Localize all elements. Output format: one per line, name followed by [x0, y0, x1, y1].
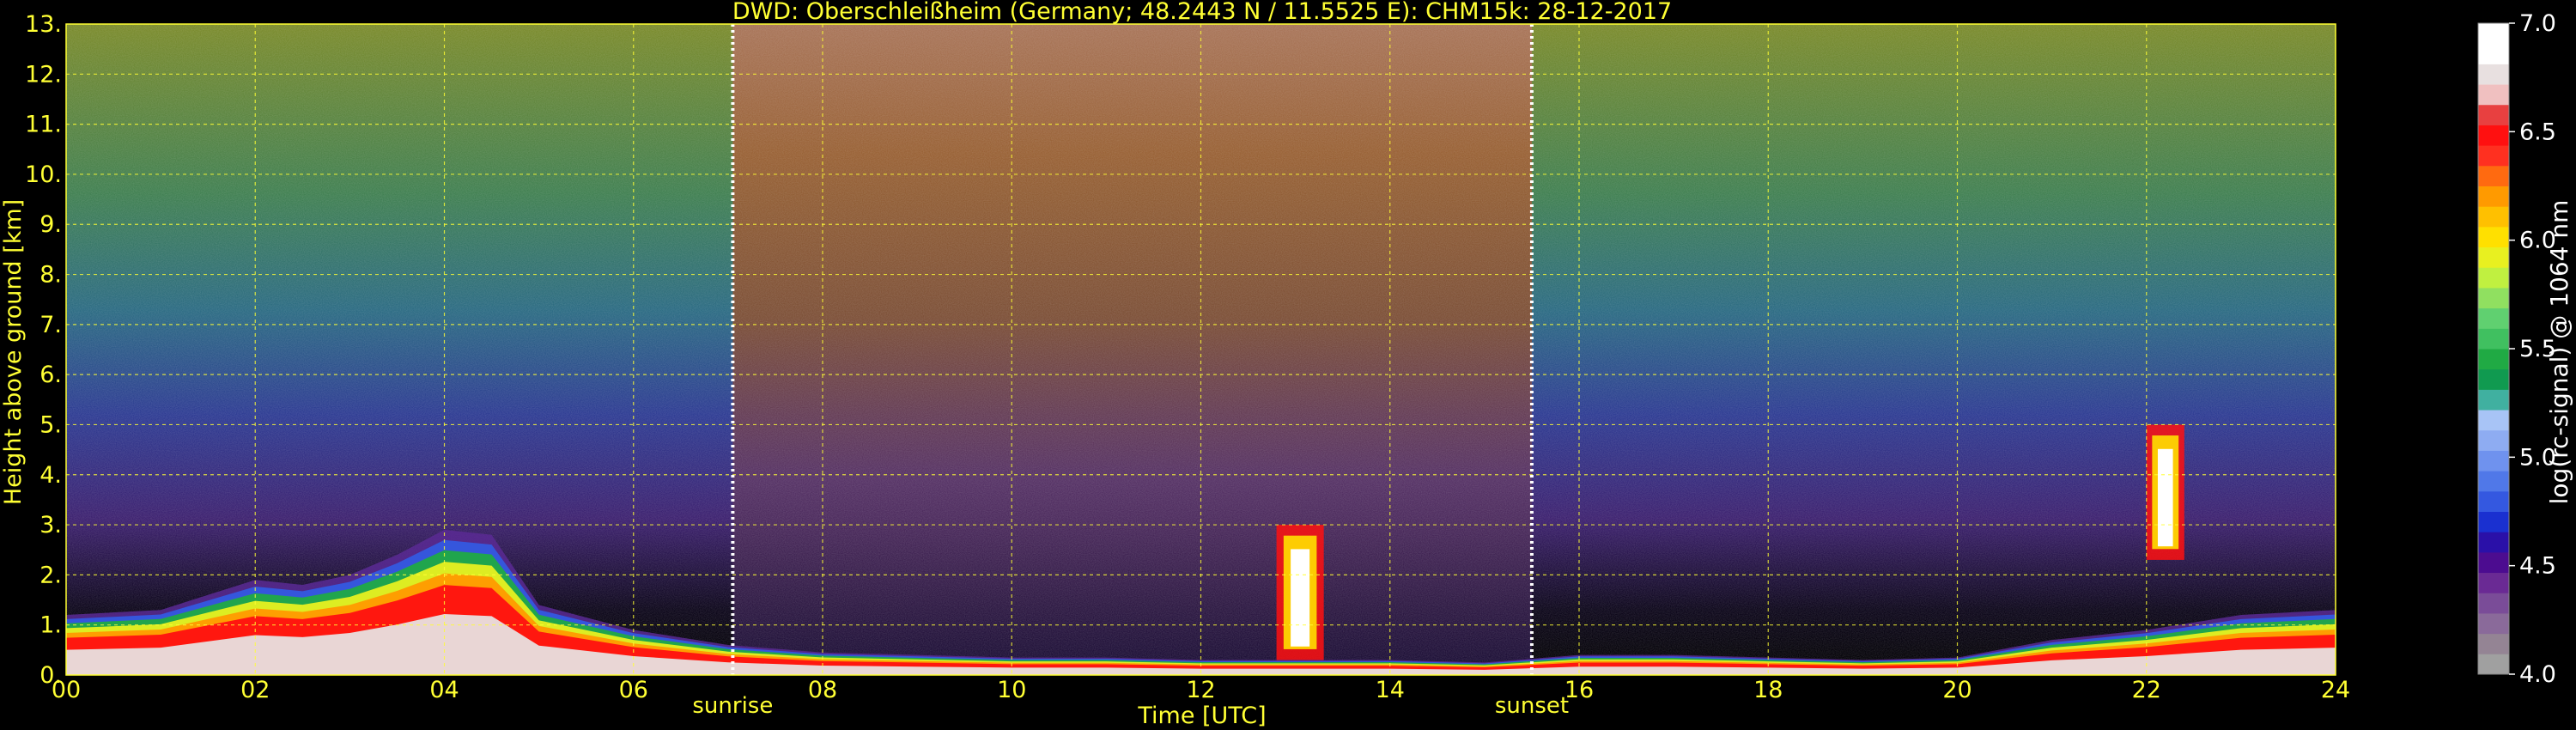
colorbar-segment	[2478, 490, 2509, 512]
y-tick-label: 3.	[39, 512, 62, 538]
x-tick-label: 06	[619, 677, 648, 703]
colorbar-segment	[2478, 612, 2509, 635]
x-tick-label: 10	[997, 677, 1026, 703]
colorbar-segment	[2478, 572, 2509, 593]
x-tick-label: 22	[2132, 677, 2161, 703]
colorbar-segment	[2478, 246, 2509, 268]
y-tick-label: 7.	[39, 312, 62, 338]
colorbar-segment	[2478, 104, 2509, 125]
colorbar-segment	[2478, 64, 2509, 85]
y-tick-label: 2.	[39, 562, 62, 588]
colorbar-segment	[2478, 551, 2509, 574]
plot-area	[66, 24, 2336, 675]
x-tick-label: 24	[2321, 677, 2350, 703]
y-tick-label: 8.	[39, 262, 62, 289]
y-tick-label: 4.	[39, 462, 62, 489]
sun-marker-label: sunrise	[692, 693, 773, 719]
y-tick-label: 13.	[25, 11, 62, 38]
y-tick-label: 0.	[39, 662, 62, 689]
colorbar-tick-label: 4.5	[2519, 553, 2556, 580]
y-tick-label: 5.	[39, 411, 62, 438]
cloud-feature	[1276, 525, 1324, 660]
colorbar-tick-label: 6.5	[2519, 119, 2556, 145]
y-tick-label: 10.	[25, 161, 62, 188]
colorbar-segment	[2478, 654, 2509, 675]
colorbar-tick-label: 4.0	[2519, 661, 2556, 688]
colorbar-segment	[2478, 125, 2509, 146]
colorbar-segment	[2478, 84, 2509, 106]
colorbar-label: log(rc-signal) @ 1064 nm	[2545, 200, 2573, 505]
colorbar-segment	[2478, 226, 2509, 248]
colorbar-segment	[2478, 633, 2509, 654]
cloud-core	[1291, 549, 1310, 647]
colorbar-segment	[2478, 368, 2509, 390]
x-tick-label: 18	[1753, 677, 1783, 703]
x-tick-label: 08	[808, 677, 837, 703]
y-tick-label: 11.	[25, 112, 62, 138]
x-tick-label: 20	[1942, 677, 1971, 703]
colorbar-segment	[2478, 206, 2509, 228]
colorbar-segment	[2478, 471, 2509, 492]
colorbar-segment	[2478, 593, 2509, 614]
colorbar-tick-label: 7.0	[2519, 10, 2556, 37]
colorbar-segment	[2478, 186, 2509, 207]
y-tick-label: 9.	[39, 211, 62, 238]
x-tick-label: 02	[240, 677, 270, 703]
colorbar-segment	[2478, 450, 2509, 471]
x-tick-label: 04	[429, 677, 459, 703]
colorbar-segment	[2478, 145, 2509, 167]
y-tick-label: 6.	[39, 362, 62, 388]
colorbar-segment	[2478, 389, 2509, 411]
ceilometer-chart: 00 02 04 06 08 10 12 14 16 18 20 22 24 0. 1. 2. 3. 4. 5. 6…	[0, 0, 2576, 730]
cloud-core	[2157, 448, 2173, 547]
x-tick-label: 12	[1186, 677, 1215, 703]
colorbar-segment	[2478, 429, 2509, 451]
sun-marker-label: sunset	[1495, 693, 1569, 719]
colorbar	[2477, 22, 2510, 675]
colorbar-segment	[2478, 307, 2509, 329]
colorbar-segment	[2478, 410, 2509, 431]
colorbar-segment	[2478, 165, 2509, 186]
x-tick-labels: 00 02 04 06 08 10 12 14 16 18 20 22 24	[52, 677, 2350, 703]
x-tick-label: 14	[1376, 677, 1405, 703]
colorbar-segment	[2478, 287, 2509, 309]
colorbar-segment	[2478, 511, 2509, 532]
colorbar-segment	[2478, 43, 2509, 64]
y-tick-label: 1.	[39, 612, 62, 639]
y-axis-label: Height above ground [km]	[0, 199, 27, 505]
colorbar-segment	[2478, 23, 2509, 45]
colorbar-segment	[2478, 328, 2509, 350]
chart-svg: 00 02 04 06 08 10 12 14 16 18 20 22 24 0.1.2.3.4.5.6…	[0, 0, 2573, 729]
y-tick-labels: 0. 1. 2. 3. 4. 5. 6. 7. 8. 9. 10. 11. 12. 13.	[25, 11, 62, 689]
cloud-feature	[2146, 424, 2184, 560]
y-tick-label: 12.	[25, 61, 62, 88]
colorbar-segment	[2478, 267, 2509, 289]
chart-title: DWD: Oberschleißheim (Germany; 48.2443 N…	[732, 0, 1672, 25]
colorbar-segment	[2478, 349, 2509, 370]
x-axis-label: Time [UTC]	[1137, 703, 1266, 729]
colorbar-segment	[2478, 532, 2509, 553]
